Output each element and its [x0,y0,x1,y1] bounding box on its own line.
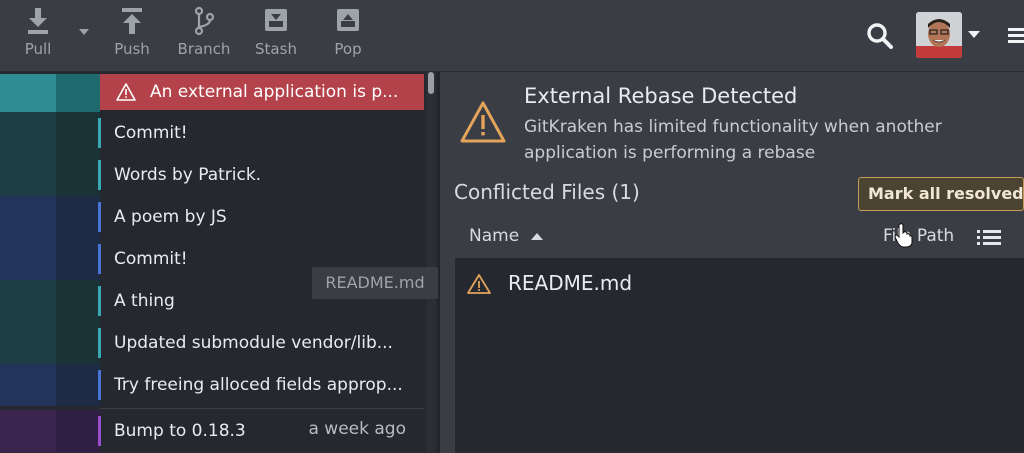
user-avatar-icon [916,12,962,58]
hand-cursor-icon [894,223,913,248]
branch-icon [194,6,215,36]
rebase-banner-text: GitKraken has limited functionality when… [524,117,942,163]
commit-message: A poem by JS [114,207,227,227]
branch-indicator [98,118,101,148]
drag-file-tooltip: README.md [312,267,438,299]
hamburger-menu-icon[interactable] [1002,22,1024,48]
graph-lane [56,112,100,154]
commit-row[interactable]: Bump to 0.18.3 a week ago [0,410,424,452]
warning-icon [467,274,491,294]
commit-row[interactable]: A poem by JS [0,196,424,238]
commit-row[interactable]: Try freeing alloced fields approp... [0,364,424,406]
graph-lane [56,196,100,238]
avatar[interactable] [916,12,962,58]
scrollbar[interactable] [426,72,436,453]
graph-lane [56,238,100,280]
branch-indicator [98,244,101,274]
commit-time: a week ago [308,419,406,439]
graph-lane [0,410,56,452]
graph-lane [0,364,56,406]
push-button[interactable]: Push [100,6,164,66]
graph-lane [0,280,56,322]
commit-message: An external application is p... [150,82,399,102]
pop-button[interactable]: Pop [316,6,380,66]
push-icon [122,8,142,34]
graph-lane [0,196,56,238]
branch-indicator [98,160,101,190]
search-icon[interactable] [864,20,896,52]
mark-all-resolved-button[interactable]: Mark all resolved [858,177,1024,211]
commit-row[interactable]: Words by Patrick. [0,154,424,196]
commit-row[interactable]: Commit! [0,112,424,154]
branch-indicator [98,370,101,400]
branch-indicator [98,202,101,232]
pull-label: Pull [24,40,52,58]
branch-label: Branch [177,40,231,58]
commit-message: Updated submodule vendor/lib... [114,333,393,353]
rebase-panel: External Rebase Detected GitKraken has l… [440,72,1024,453]
graph-lane [56,364,100,406]
pop-icon [337,9,359,31]
graph-lane [56,74,100,116]
graph-lane [56,322,100,364]
stash-label: Stash [255,40,297,58]
scrollbar-thumb[interactable] [428,72,434,94]
branch-indicator [98,286,101,316]
sort-ascending-icon[interactable] [530,231,544,241]
branch-button[interactable]: Branch [172,6,236,66]
pull-button[interactable]: Pull [6,6,70,66]
stash-icon [265,9,287,31]
row-divider [100,408,424,409]
commit-message: Bump to 0.18.3 [114,421,246,441]
graph-lane [56,280,100,322]
graph-lane [56,410,100,452]
commit-message: A thing [114,291,175,311]
chevron-down-icon[interactable] [76,24,92,40]
pop-label: Pop [334,40,362,58]
pull-icon [28,8,48,34]
conflicted-file-list: README.md [455,258,1024,453]
graph-lane [0,154,56,196]
branch-indicator [98,416,101,446]
commit-row[interactable]: Updated submodule vendor/lib... [0,322,424,364]
graph-lane [0,322,56,364]
graph-lane [56,154,100,196]
conflicted-files-title: Conflicted Files (1) [454,180,640,204]
conflicted-file-row[interactable]: README.md [455,268,1024,302]
graph-lane [0,74,56,116]
commit-message: Try freeing alloced fields approp... [114,375,403,395]
branch-indicator [98,328,101,358]
commit-graph-panel: An external application is p... Commit! … [0,72,438,453]
conflicted-file-name: README.md [508,271,633,295]
sort-by-name-header[interactable]: Name [469,226,519,246]
push-label: Push [114,40,150,58]
graph-lane [0,112,56,154]
stash-button[interactable]: Stash [244,6,308,66]
rebase-banner-title: External Rebase Detected [524,84,798,108]
chevron-down-icon[interactable] [967,28,981,40]
warning-icon [116,83,136,101]
commit-message: Commit! [114,123,188,143]
commit-row[interactable]: An external application is p... [0,74,424,116]
file-list-header: Name File Path [454,220,1024,256]
commit-message: Commit! [114,249,188,269]
toolbar: Pull Push Branch Stash Pop [0,0,1024,72]
commit-message: Words by Patrick. [114,165,262,185]
graph-lane [0,238,56,280]
list-view-icon[interactable] [976,226,1002,248]
warning-icon [460,101,506,143]
